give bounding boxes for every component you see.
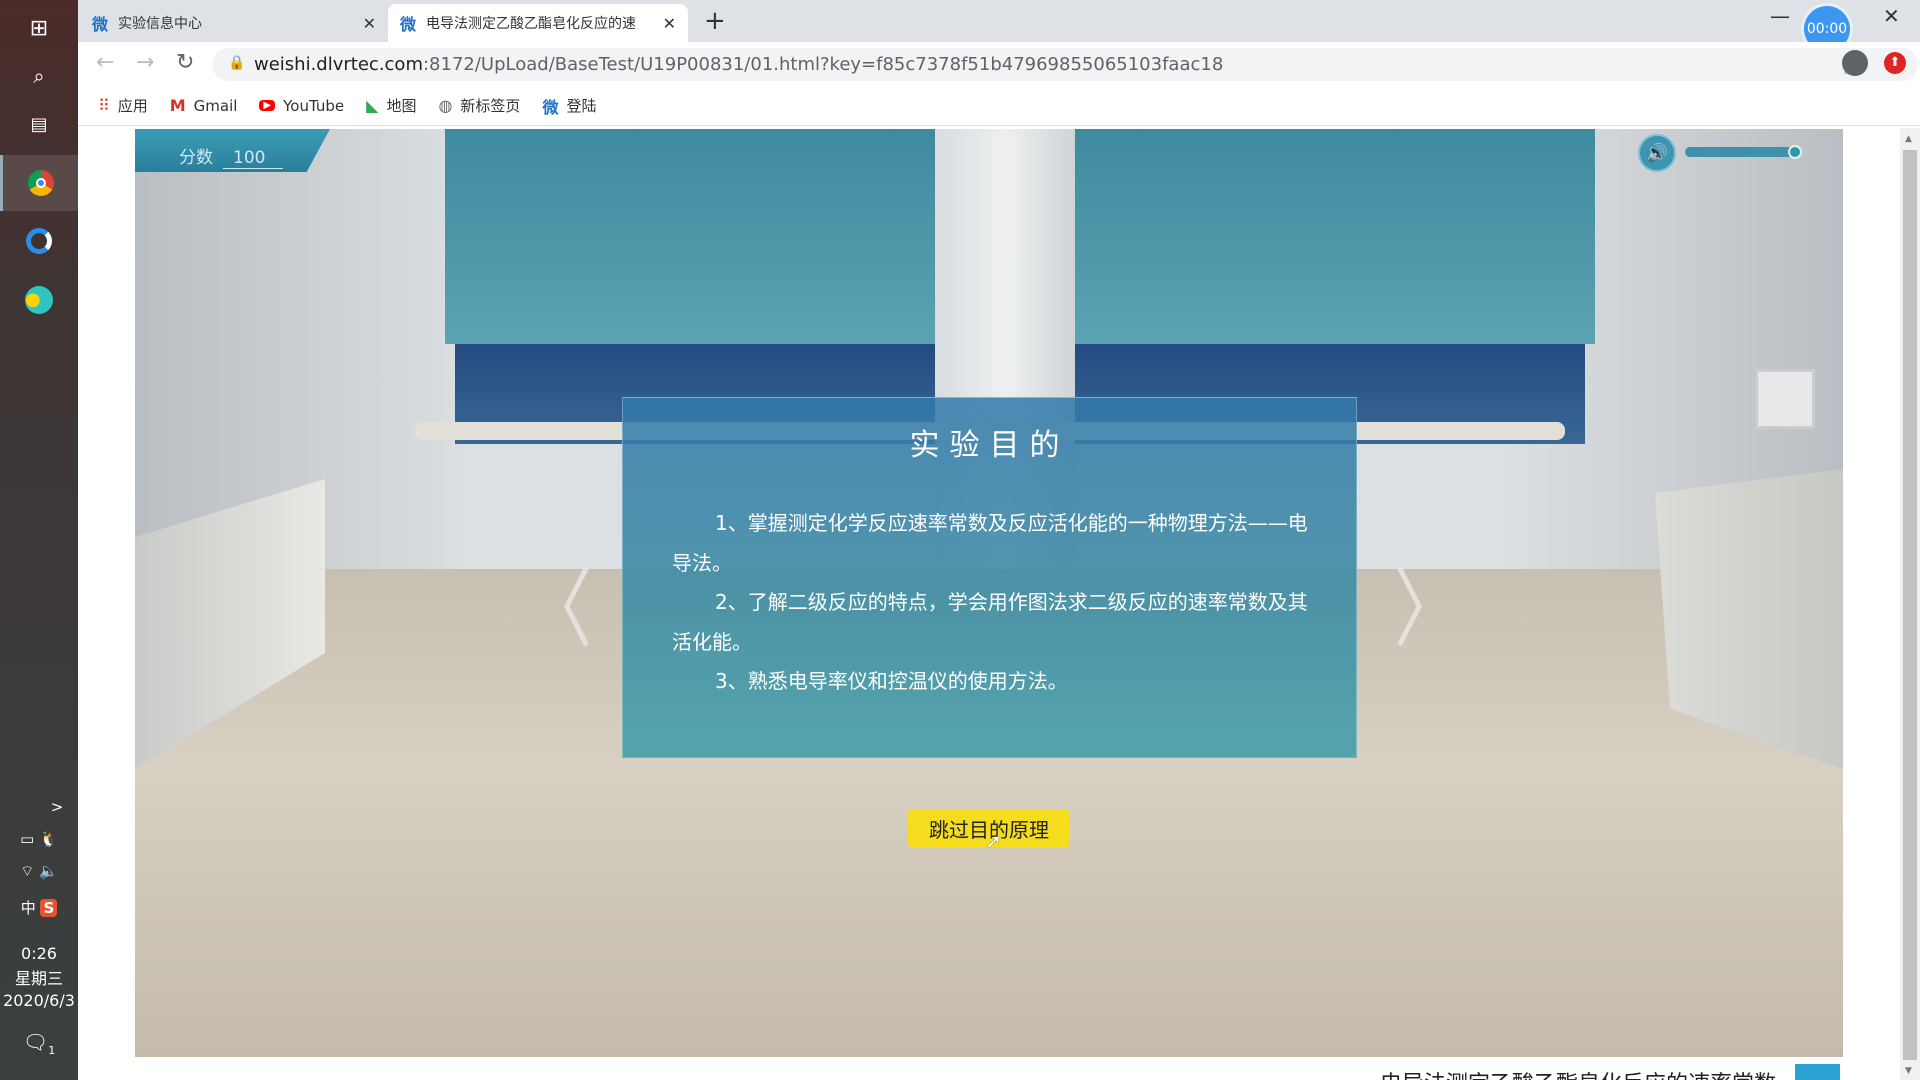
wei-favicon-icon: 微: [400, 15, 417, 34]
volume-speaker-icon[interactable]: 🔊: [1638, 134, 1676, 172]
qq-icon[interactable]: 🐧: [39, 830, 58, 848]
new-tab-button[interactable]: +: [704, 6, 726, 36]
game-canvas[interactable]: 分数 100 🔊 〈 〉 实验目的 1、掌握测定化学反应速率常数及反应活化能的一种…: [135, 129, 1843, 1057]
task-view-icon[interactable]: ▤: [0, 96, 78, 152]
chrome-icon[interactable]: [0, 155, 78, 211]
wei-icon: 微: [542, 97, 559, 117]
objective-dialog: 实验目的 1、掌握测定化学反应速率常数及反应活化能的一种物理方法——电导法。 2…: [622, 397, 1357, 758]
bookmark-login[interactable]: 微登陆: [542, 94, 596, 118]
scroll-up-icon[interactable]: ▲: [1905, 134, 1912, 144]
page-button-below[interactable]: [1795, 1064, 1840, 1080]
wei-favicon-icon: 微: [92, 15, 109, 34]
wifi-icon[interactable]: ⌔ 🔈: [0, 862, 78, 881]
bookmark-label: YouTube: [283, 96, 345, 115]
objective-item: 3、熟悉电导率仪和控温仪的使用方法。: [715, 669, 1068, 693]
score-value: 100: [223, 148, 283, 169]
battery-icon[interactable]: ▭ 🐧: [0, 830, 78, 848]
clock[interactable]: 0:26 星期三 2020/6/3: [0, 944, 78, 1010]
volume-tray-icon[interactable]: 🔈: [39, 862, 58, 880]
scroll-down-icon[interactable]: ▼: [1905, 1066, 1912, 1076]
bookmark-label: 应用: [117, 97, 148, 115]
reload-button[interactable]: ↻: [176, 50, 194, 75]
bookmark-apps[interactable]: ⠿ 应用: [98, 95, 148, 116]
score-panel: 分数 100: [135, 129, 330, 172]
close-tab-icon[interactable]: ✕: [363, 14, 376, 33]
bookmark-gmail[interactable]: M Gmail: [170, 96, 238, 115]
tab-title: 实验信息中心: [118, 16, 203, 32]
bookmark-label: 地图: [386, 97, 417, 115]
youtube-icon: ▶: [259, 100, 276, 111]
page-heading-below: 电导法测定乙酸乙酯皂化反应的速率常数: [1380, 1066, 1780, 1080]
score-label: 分数: [179, 148, 213, 168]
previous-arrow-button[interactable]: 〈: [524, 539, 593, 664]
tab-title: 电导法测定乙酸乙酯皂化反应的速: [426, 16, 637, 32]
bookmark-label: 新标签页: [460, 97, 521, 115]
volume-slider[interactable]: [1685, 147, 1805, 157]
globe-icon: ◍: [438, 96, 453, 115]
browser-app-icon[interactable]: [0, 213, 78, 269]
dialog-body: 1、掌握测定化学反应速率常数及反应活化能的一种物理方法——电导法。 2、了解二级…: [672, 504, 1312, 702]
close-tab-icon[interactable]: ✕: [663, 14, 676, 33]
minimize-button[interactable]: —: [1770, 4, 1790, 28]
dialog-title: 实验目的: [909, 428, 1070, 463]
computer-monitor: [1755, 369, 1815, 429]
lightbulb-app-icon[interactable]: ●: [0, 272, 78, 328]
bookmark-youtube[interactable]: ▶ YouTube: [259, 97, 344, 115]
close-window-button[interactable]: ✕: [1883, 4, 1900, 28]
objective-item: 2、了解二级反应的特点，学会用作图法求二级反应的速率常数及其活化能。: [672, 590, 1308, 654]
url-host: weishi.dlvrtec.com: [254, 54, 423, 75]
apps-grid-icon: ⠿: [98, 96, 110, 115]
objective-item: 1、掌握测定化学反应速率常数及反应活化能的一种物理方法——电导法。: [672, 511, 1308, 575]
clock-date: 2020/6/3: [3, 991, 75, 1010]
bookmark-label: 登陆: [566, 97, 597, 115]
tab-experiment-info[interactable]: 微 实验信息中心 ✕: [80, 4, 388, 42]
next-arrow-button[interactable]: 〉: [1394, 539, 1463, 664]
back-button[interactable]: ←: [96, 50, 114, 75]
forward-button[interactable]: →: [136, 50, 154, 75]
bookmark-new-tab[interactable]: ◍ 新标签页: [438, 95, 520, 116]
notification-count: 1: [48, 1044, 56, 1057]
update-icon[interactable]: ⬆: [1884, 52, 1906, 74]
bookmark-label: Gmail: [193, 96, 238, 115]
gmail-icon: M: [169, 96, 186, 115]
maps-icon: ◣: [366, 96, 379, 115]
address-bar[interactable]: 🔒 weishi.dlvrtec.com:8172/UpLoad/BaseTes…: [212, 48, 1918, 81]
volume-slider-fill: [1685, 147, 1796, 157]
bookmarks-bar: ⠿ 应用 M Gmail ▶ YouTube ◣ 地图 ◍ 新标签页 微登陆: [78, 86, 1920, 126]
lock-icon: 🔒: [228, 55, 246, 71]
mouse-cursor-icon: ➚: [985, 829, 1002, 853]
scrollbar-thumb[interactable]: [1903, 150, 1917, 1060]
windows-taskbar: ⊞ ⌕ ▤ ● > ▭ 🐧 ⌔ 🔈 中 S 0:26 星期三 2020/6/3 …: [0, 0, 78, 1080]
show-hidden-icons-chevron-icon[interactable]: >: [0, 798, 78, 816]
window-blind-left: [445, 129, 935, 344]
url-path: :8172/UpLoad/BaseTest/U19P00831/01.html?…: [422, 54, 1224, 75]
clock-time: 0:26: [21, 944, 57, 963]
tab-conductivity-experiment[interactable]: 微 电导法测定乙酸乙酯皂化反应的速 ✕: [388, 4, 688, 42]
notification-center-icon[interactable]: 🗨1: [0, 1030, 78, 1057]
clock-weekday: 星期三: [14, 969, 63, 988]
bookmark-maps[interactable]: ◣ 地图: [366, 95, 416, 116]
ime-indicator[interactable]: 中: [21, 899, 36, 917]
page-scrollbar[interactable]: ▲ ▼: [1900, 128, 1920, 1080]
tab-strip: 微 实验信息中心 ✕ 微 电导法测定乙酸乙酯皂化反应的速 ✕ + — ✕: [78, 0, 1920, 42]
profile-avatar-icon[interactable]: [1842, 50, 1868, 76]
toolbar: ← → ↻ 🔒 weishi.dlvrtec.com:8172/UpLoad/B…: [78, 42, 1920, 86]
window-blind-right: [1075, 129, 1595, 344]
sogou-ime-icon[interactable]: S: [40, 899, 58, 917]
